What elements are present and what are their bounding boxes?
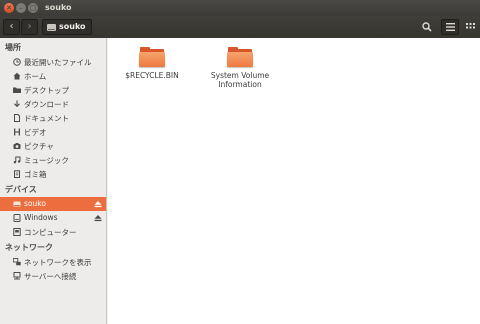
file-item-recycle-bin[interactable]: $RECYCLE.BIN <box>112 47 192 80</box>
window-title: souko <box>45 3 72 12</box>
drive-icon <box>13 214 21 222</box>
folder-icon <box>139 47 165 67</box>
drive-icon <box>13 201 21 207</box>
sidebar-item-label: Windows <box>24 213 58 222</box>
sidebar-item-videos[interactable]: ビデオ <box>0 125 106 139</box>
back-button[interactable]: ‹ <box>3 19 20 35</box>
sidebar-item-browse-network[interactable]: ネットワークを表示 <box>0 255 106 269</box>
file-item-system-volume-information[interactable]: System Volume Information <box>200 47 280 89</box>
sidebar-item-label: ピクチャ <box>24 142 54 151</box>
list-view-button[interactable] <box>441 19 459 35</box>
close-window-button[interactable]: ✕ <box>4 3 14 13</box>
sidebar-item-downloads[interactable]: ダウンロード <box>0 97 106 111</box>
sidebar-item-label: ダウンロード <box>24 100 69 109</box>
section-devices: デバイス <box>5 185 37 194</box>
sidebar-item-recent[interactable]: 最近開いたファイル <box>0 55 106 69</box>
sidebar-item-computer[interactable]: コンピューター <box>0 225 106 239</box>
desktop-folder-icon <box>13 87 21 93</box>
network-icon <box>13 258 21 266</box>
sidebar-item-label: 最近開いたファイル <box>24 58 92 67</box>
clock-icon <box>13 58 21 66</box>
sidebar-item-label: コンピューター <box>24 228 77 237</box>
server-icon <box>13 272 21 280</box>
title-bar: ✕ – □ souko <box>0 0 480 16</box>
section-places: 場所 <box>5 43 21 52</box>
list-icon <box>445 23 455 31</box>
sidebar-item-home[interactable]: ホーム <box>0 69 106 83</box>
sidebar-item-desktop[interactable]: デスクトップ <box>0 83 106 97</box>
sidebar-item-label: デスクトップ <box>24 86 69 95</box>
grid-view-button[interactable] <box>461 19 479 35</box>
eject-icon[interactable] <box>94 200 102 208</box>
file-view[interactable]: $RECYCLE.BIN System Volume Information <box>108 38 480 324</box>
video-icon <box>14 128 20 136</box>
sidebar-item-label: ホーム <box>24 72 47 81</box>
document-icon <box>14 114 20 122</box>
toolbar: ‹ › souko <box>0 16 480 38</box>
minimize-window-button[interactable]: – <box>16 3 26 13</box>
drive-icon <box>47 23 56 31</box>
search-button[interactable] <box>418 19 436 35</box>
music-icon <box>13 156 21 164</box>
section-network: ネットワーク <box>5 243 53 252</box>
breadcrumb-label: souko <box>59 22 86 31</box>
sidebar-item-trash[interactable]: ゴミ箱 <box>0 167 106 181</box>
trash-icon <box>14 170 20 178</box>
computer-icon <box>13 228 21 236</box>
file-manager-window: ✕ – □ souko ‹ › souko 場所 最近開いたファイル ホーム デ… <box>0 0 480 324</box>
sidebar-item-label: ゴミ箱 <box>24 170 47 179</box>
sidebar-item-windows[interactable]: Windows <box>0 211 106 225</box>
sidebar-item-label: ネットワークを表示 <box>24 258 92 267</box>
sidebar-item-label: ビデオ <box>24 128 47 137</box>
breadcrumb-souko[interactable]: souko <box>42 19 92 35</box>
sidebar-item-documents[interactable]: ドキュメント <box>0 111 106 125</box>
sidebar: 場所 最近開いたファイル ホーム デスクトップ ダウンロード ドキュメント ビデ… <box>0 38 107 324</box>
maximize-window-button[interactable]: □ <box>28 3 38 13</box>
grid-icon <box>465 23 475 29</box>
file-name: $RECYCLE.BIN <box>125 71 179 80</box>
sidebar-item-music[interactable]: ミュージック <box>0 153 106 167</box>
camera-icon <box>13 143 21 149</box>
sidebar-item-souko[interactable]: souko <box>0 197 106 211</box>
sidebar-item-label: ドキュメント <box>24 114 69 123</box>
folder-icon <box>227 47 253 67</box>
file-name: System Volume Information <box>210 71 270 89</box>
download-icon <box>14 100 20 108</box>
eject-icon[interactable] <box>94 214 102 222</box>
sidebar-item-label: サーバーへ接続 <box>24 272 77 281</box>
sidebar-item-pictures[interactable]: ピクチャ <box>0 139 106 153</box>
home-icon <box>13 72 21 80</box>
search-icon <box>422 22 432 32</box>
forward-button[interactable]: › <box>21 19 38 35</box>
sidebar-item-label: souko <box>24 199 46 208</box>
sidebar-item-connect-server[interactable]: サーバーへ接続 <box>0 269 106 283</box>
sidebar-item-label: ミュージック <box>24 156 69 165</box>
